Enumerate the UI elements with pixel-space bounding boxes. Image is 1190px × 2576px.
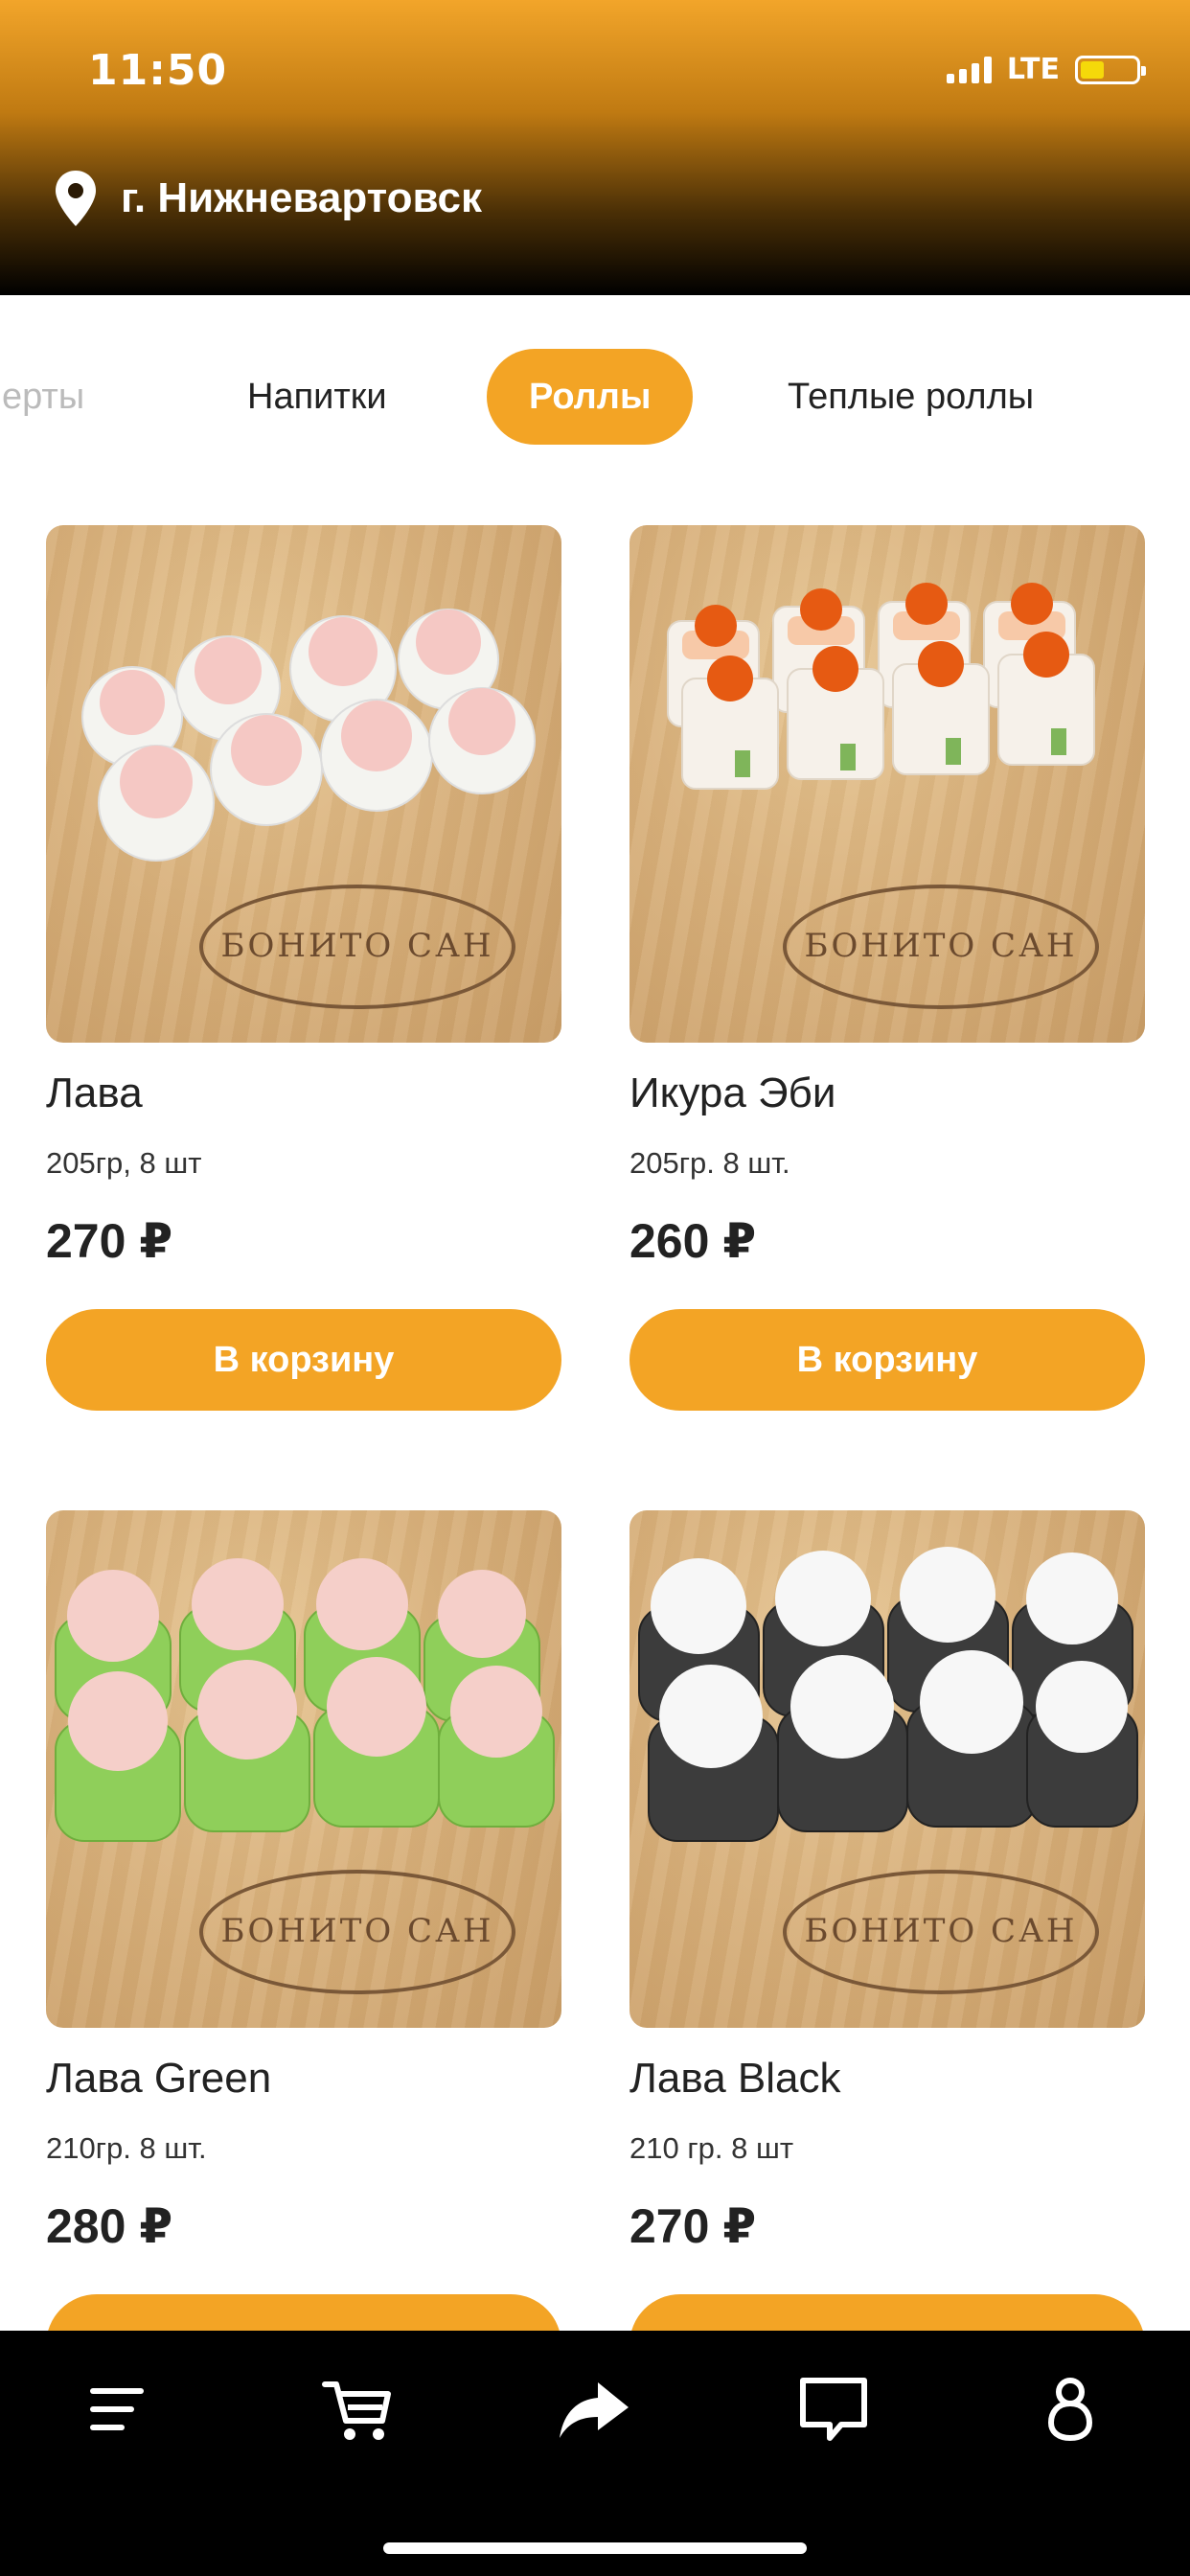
brand-logo-text: БОНИТО САН xyxy=(804,1912,1078,1950)
product-card-lava[interactable]: БОНИТО САН Лава 205гр, 8 шт 270 ₽ В корз… xyxy=(46,525,561,1411)
product-name: Лава Black xyxy=(629,2055,841,2102)
sushi-rolls-image xyxy=(55,1558,555,1842)
product-card-ikura-ebi[interactable]: БОНИТО САН Икура Эби 205гр. 8 шт. 260 ₽ … xyxy=(629,525,1145,1411)
product-price: 260 ₽ xyxy=(629,1214,757,1268)
location-selector[interactable]: г. Нижневартовск xyxy=(56,171,482,226)
product-weight: 210гр. 8 шт. xyxy=(46,2131,207,2165)
brand-logo-text: БОНИТО САН xyxy=(220,927,494,965)
brand-logo: БОНИТО САН xyxy=(199,1870,515,1994)
network-type: LTE xyxy=(1006,53,1060,86)
menu-icon[interactable] xyxy=(80,2371,157,2448)
chat-icon[interactable] xyxy=(795,2371,872,2448)
product-price: 270 ₽ xyxy=(629,2199,757,2253)
share-icon[interactable] xyxy=(556,2371,632,2448)
product-weight: 210 гр. 8 шт xyxy=(629,2131,794,2165)
sushi-rolls-image xyxy=(667,583,1095,790)
product-price: 270 ₽ xyxy=(46,1214,173,1268)
brand-logo: БОНИТО САН xyxy=(783,885,1099,1009)
product-name: Икура Эби xyxy=(629,1070,836,1116)
product-name: Лава Green xyxy=(46,2055,272,2102)
location-pin-icon xyxy=(56,171,96,226)
add-to-cart-button[interactable]: В корзину xyxy=(629,1309,1145,1411)
home-indicator[interactable] xyxy=(383,2542,807,2554)
brand-logo: БОНИТО САН xyxy=(199,885,515,1009)
product-image[interactable]: БОНИТО САН xyxy=(46,525,561,1043)
location-city: г. Нижневартовск xyxy=(121,174,482,221)
tab-warm-rolls[interactable]: Теплые роллы xyxy=(788,349,1034,445)
status-indicators: LTE xyxy=(946,53,1146,86)
signal-icon xyxy=(946,56,992,83)
profile-icon[interactable] xyxy=(1032,2371,1109,2448)
product-image[interactable]: БОНИТО САН xyxy=(629,1510,1145,2028)
bottom-navigation xyxy=(0,2331,1190,2576)
product-card-lava-black[interactable]: БОНИТО САН Лава Black 210 гр. 8 шт 270 ₽… xyxy=(629,1510,1145,2396)
cart-icon[interactable] xyxy=(319,2371,396,2448)
battery-icon xyxy=(1075,55,1146,84)
header: 11:50 LTE г. Нижневартовск xyxy=(0,0,1190,295)
sushi-rolls-image xyxy=(81,609,536,862)
product-name: Лава xyxy=(46,1070,143,1116)
tab-drinks[interactable]: Напитки xyxy=(247,349,387,445)
sushi-rolls-image xyxy=(638,1547,1138,1842)
brand-logo: БОНИТО САН xyxy=(783,1870,1099,1994)
product-image[interactable]: БОНИТО САН xyxy=(629,525,1145,1043)
product-weight: 205гр. 8 шт. xyxy=(629,1146,790,1180)
product-price: 280 ₽ xyxy=(46,2199,173,2253)
brand-logo-text: БОНИТО САН xyxy=(220,1912,494,1950)
category-tabs[interactable]: ерты Напитки Роллы Теплые роллы xyxy=(0,349,1190,445)
product-card-lava-green[interactable]: БОНИТО САН Лава Green 210гр. 8 шт. 280 ₽… xyxy=(46,1510,561,2396)
tab-desserts[interactable]: ерты xyxy=(2,349,84,445)
product-image[interactable]: БОНИТО САН xyxy=(46,1510,561,2028)
tab-rolls[interactable]: Роллы xyxy=(487,349,694,445)
status-time: 11:50 xyxy=(88,46,228,95)
brand-logo-text: БОНИТО САН xyxy=(804,927,1078,965)
add-to-cart-button[interactable]: В корзину xyxy=(46,1309,561,1411)
product-weight: 205гр, 8 шт xyxy=(46,1146,202,1180)
